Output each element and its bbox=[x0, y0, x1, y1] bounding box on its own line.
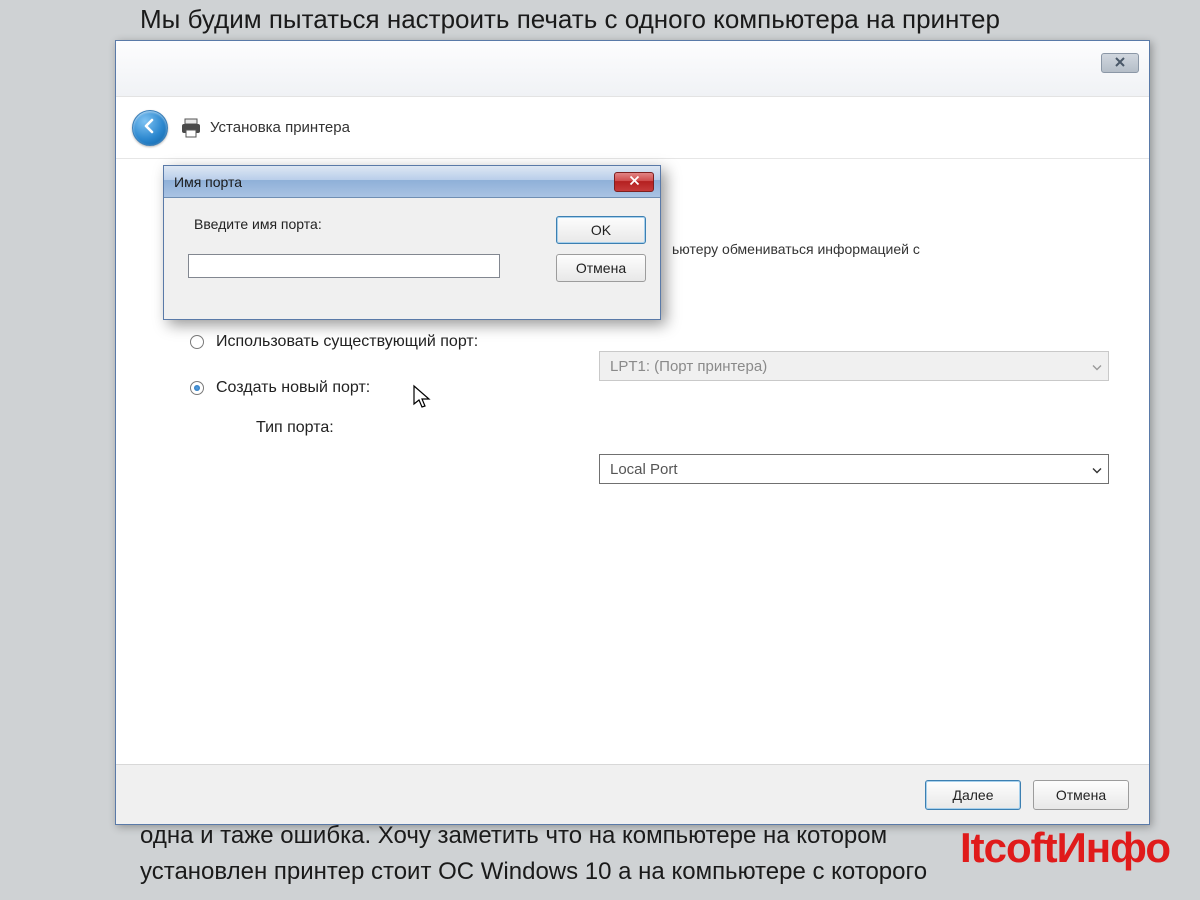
modal-close-button[interactable] bbox=[614, 172, 654, 192]
wizard-titlebar[interactable] bbox=[116, 41, 1149, 97]
existing-port-combo: LPT1: (Порт принтера) bbox=[599, 351, 1109, 381]
background-text-bottom: одна и таже ошибка. Хочу заметить что на… bbox=[140, 818, 927, 890]
radio-icon bbox=[190, 335, 204, 349]
next-button[interactable]: Далее bbox=[925, 780, 1021, 810]
wizard-header: Установка принтера bbox=[116, 97, 1149, 159]
modal-button-group: OK Отмена bbox=[556, 216, 646, 282]
modal-cancel-button[interactable]: Отмена bbox=[556, 254, 646, 282]
watermark: ItсoftИнфо bbox=[960, 824, 1170, 872]
port-name-input[interactable] bbox=[188, 254, 500, 278]
wizard-title: Установка принтера bbox=[210, 119, 350, 136]
radio-icon-checked bbox=[190, 381, 204, 395]
modal-title: Имя порта bbox=[174, 174, 242, 190]
close-icon bbox=[629, 174, 640, 189]
chevron-down-icon bbox=[1092, 461, 1102, 478]
add-printer-wizard-window: Установка принтера ьютеру обмениваться и… bbox=[115, 40, 1150, 825]
port-name-dialog: Имя порта Введите имя порта: OK Отмена bbox=[163, 165, 661, 320]
modal-body: Введите имя порта: OK Отмена bbox=[164, 198, 660, 319]
ok-button[interactable]: OK bbox=[556, 216, 646, 244]
radio-use-existing-port[interactable]: Использовать существующий порт: bbox=[172, 333, 1093, 351]
back-button[interactable] bbox=[132, 110, 168, 146]
printer-icon bbox=[180, 117, 202, 139]
chevron-down-icon bbox=[1092, 358, 1102, 375]
wizard-description-partial: ьютеру обмениваться информацией с bbox=[672, 241, 1093, 257]
arrow-left-icon bbox=[141, 117, 159, 138]
port-type-value: Local Port bbox=[610, 461, 678, 478]
existing-port-value: LPT1: (Порт принтера) bbox=[610, 358, 767, 375]
close-icon bbox=[1114, 56, 1126, 71]
cancel-button[interactable]: Отмена bbox=[1033, 780, 1129, 810]
port-type-combo[interactable]: Local Port bbox=[599, 454, 1109, 484]
port-type-label: Тип порта: bbox=[256, 419, 1093, 437]
radio-existing-label: Использовать существующий порт: bbox=[216, 333, 478, 351]
wizard-close-button[interactable] bbox=[1101, 53, 1139, 73]
background-text-top: Мы будим пытаться настроить печать с одн… bbox=[140, 4, 1000, 35]
wizard-footer: Далее Отмена bbox=[116, 764, 1149, 824]
radio-new-label: Создать новый порт: bbox=[216, 379, 370, 397]
modal-titlebar[interactable]: Имя порта bbox=[164, 166, 660, 198]
radio-create-new-port[interactable]: Создать новый порт: bbox=[172, 379, 1093, 397]
